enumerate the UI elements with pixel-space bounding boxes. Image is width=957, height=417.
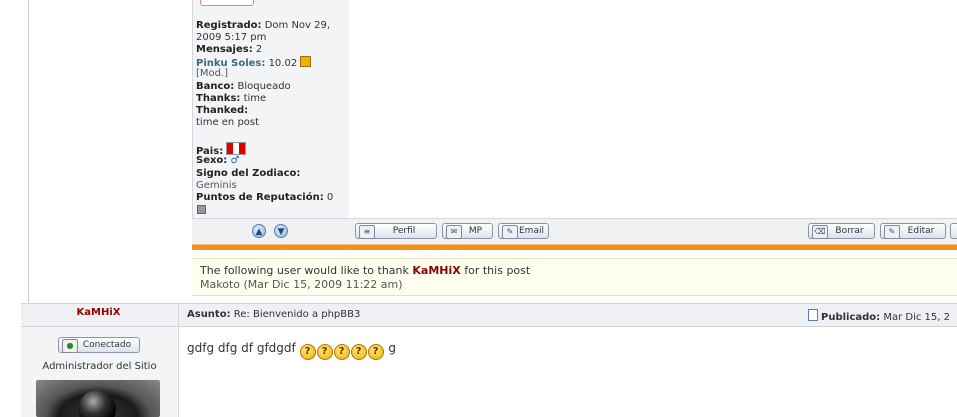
male-icon: ♂ — [230, 155, 240, 166]
thanks-row: Thanks: time — [196, 93, 266, 105]
confused-smiley-icon: ? — [367, 344, 384, 360]
email-button[interactable]: ✎ Email — [498, 223, 549, 239]
delete-button[interactable]: ⌫ Borrar — [808, 223, 875, 239]
registered-value: Dom Nov 29, — [264, 20, 331, 31]
column-divider — [178, 303, 179, 417]
thanker-date: (Mar Dic 15, 2009 11:22 am) — [243, 278, 403, 291]
post-link-icon[interactable] — [808, 309, 818, 321]
confused-smiley-icon: ? — [350, 344, 367, 360]
quote-button-partial[interactable] — [950, 223, 957, 239]
registered-label: Registrado: — [196, 20, 262, 31]
reputation-bar-icon — [197, 205, 206, 214]
post-author-name[interactable]: KaMHiX — [21, 307, 176, 318]
post-message: gdfg dfg df gfdgdf ????? g — [187, 341, 396, 360]
reputation-row: Puntos de Reputación: 0 — [196, 192, 333, 204]
mod-link[interactable]: [Mod.] — [196, 68, 228, 80]
zodiac-value: Geminis — [196, 180, 237, 191]
thanks-label: Thanks: — [196, 93, 241, 104]
confused-smiley-icon: ? — [333, 344, 350, 360]
confused-smiley-icon: ? — [316, 344, 333, 360]
sex-label: Sexo: — [196, 155, 228, 166]
author-role: Administrador del Sitio — [42, 361, 157, 372]
pm-button-label: MP — [468, 226, 483, 236]
pinku-value: 10.02 — [268, 58, 298, 69]
profile-button[interactable]: ≡ Perfil — [355, 223, 437, 239]
thanked-label: Thanked: — [196, 105, 249, 116]
pm-button[interactable]: ✉ MP — [442, 223, 493, 239]
message-tail: g — [388, 341, 397, 355]
posted-label: Publicado: — [821, 312, 881, 323]
messages-value: 2 — [255, 44, 263, 55]
bank-value: Bloqueado — [237, 81, 291, 92]
reputation-value: 0 — [326, 192, 334, 203]
subject-value: Re: Bienvenido a phpBB3 — [233, 309, 361, 320]
avatar-ball — [78, 390, 116, 417]
profile-button-label: Perfil — [392, 226, 416, 236]
online-status-label: Conectado — [82, 340, 132, 350]
thanked-user-link[interactable]: KaMHiX — [412, 264, 460, 277]
zodiac-label: Signo del Zodiaco: — [196, 168, 301, 179]
post-subject: Asunto: Re: Bienvenido a phpBB3 — [187, 309, 360, 320]
rank-tab — [200, 0, 254, 6]
thanks-value: time — [243, 93, 267, 104]
thanks-text-after: for this post — [464, 264, 531, 277]
delete-button-label: Borrar — [835, 226, 864, 236]
post-body — [349, 0, 957, 218]
reputation-label: Puntos de Reputación: — [196, 192, 324, 203]
sex-row: Sexo: ♂ — [196, 155, 239, 167]
messages-row: Mensajes: 2 — [196, 44, 262, 56]
registered-row: Registrado: Dom Nov 29, — [196, 20, 330, 32]
thanks-line: The following user would like to thank K… — [200, 264, 530, 277]
scroll-up-icon[interactable]: ▲ — [252, 224, 266, 238]
scroll-down-icon[interactable]: ▼ — [274, 224, 288, 238]
thanker-line: Makoto (Mar Dic 15, 2009 11:22 am) — [200, 278, 403, 291]
edit-button[interactable]: ✎ Editar — [880, 223, 946, 239]
post-date: Publicado: Mar Dic 15, 2 — [808, 309, 950, 323]
post-separator — [192, 244, 957, 250]
confused-smiley-icon: ? — [299, 344, 316, 360]
bank-row: Banco: Bloqueado — [196, 81, 291, 93]
avatar — [36, 380, 160, 417]
thanked-value: time en post — [196, 117, 260, 128]
message-text: gdfg dfg df gfdgdf — [187, 341, 296, 355]
thanker-link[interactable]: Makoto — [200, 278, 240, 291]
thanks-text-before: The following user would like to thank — [200, 264, 409, 277]
registered-value-2: 2009 5:17 pm — [196, 32, 267, 43]
posted-value: Mar Dic 15, 2 — [883, 312, 951, 323]
peru-flag-icon — [226, 142, 247, 155]
messages-label: Mensajes: — [196, 44, 253, 55]
online-status-button[interactable]: ● Conectado — [58, 337, 140, 353]
coins-icon — [300, 56, 312, 67]
edit-button-label: Editar — [907, 226, 935, 236]
subject-label: Asunto: — [187, 309, 231, 320]
bank-label: Banco: — [196, 81, 235, 92]
email-button-label: Email — [519, 226, 544, 236]
left-border — [28, 0, 29, 303]
